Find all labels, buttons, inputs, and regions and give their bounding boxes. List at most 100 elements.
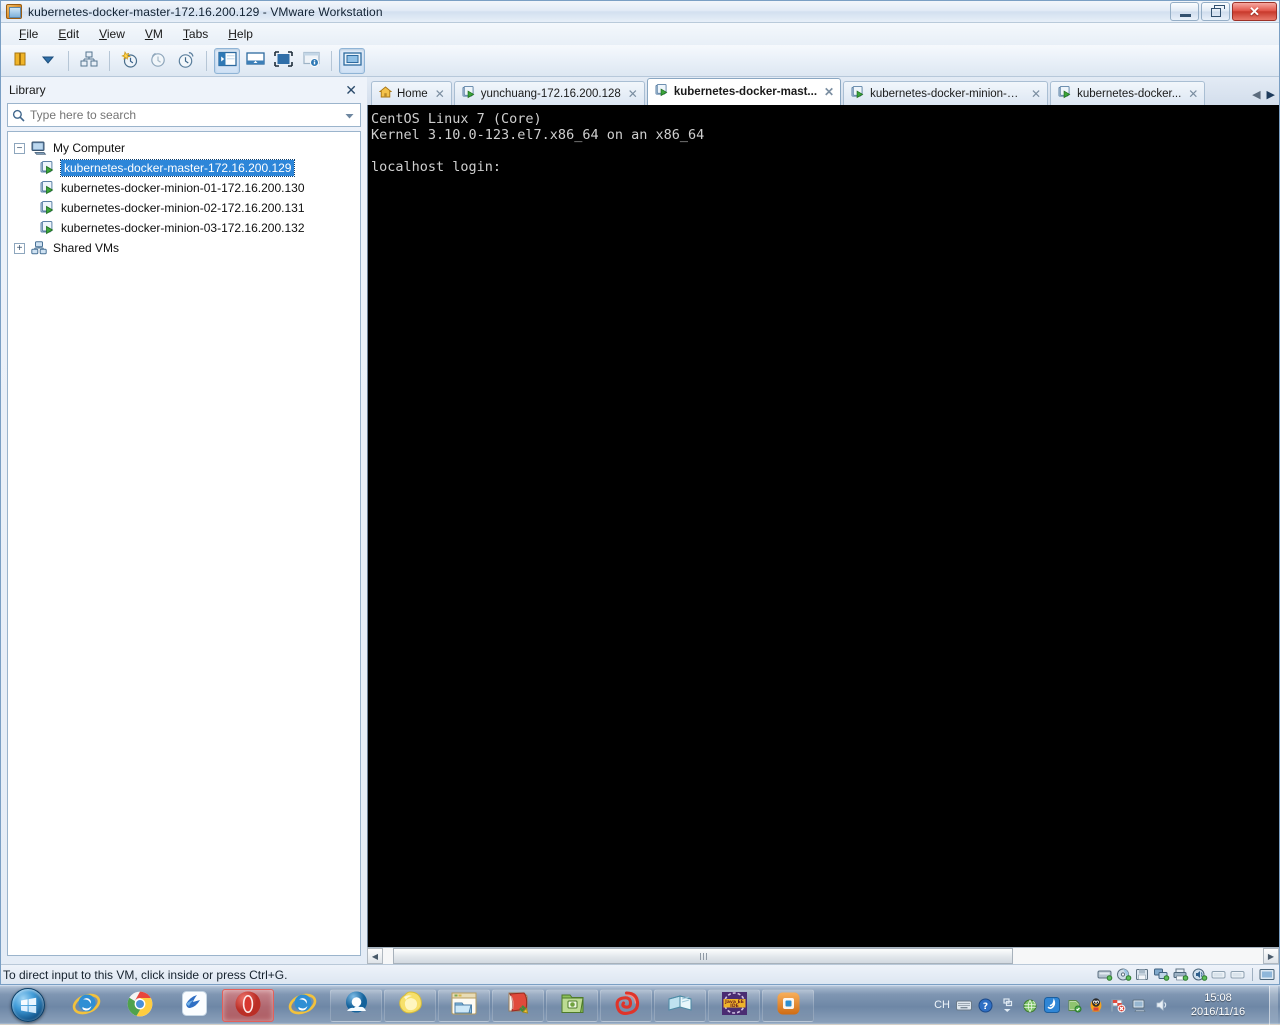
tab-minion-02-label: kubernetes-docker... — [1077, 87, 1182, 100]
menu-help[interactable]: Help — [218, 23, 263, 45]
scroll-right-button[interactable]: ▶ — [1263, 948, 1279, 964]
keyboard-icon[interactable] — [955, 998, 972, 1013]
library-panel: Library ✕ − — [1, 77, 367, 964]
chrome-icon — [126, 990, 154, 1021]
suspend-button[interactable] — [7, 48, 33, 74]
menu-view[interactable]: View — [89, 23, 135, 45]
tab-yunchuang[interactable]: yunchuang-172.16.200.128 ✕ — [453, 81, 645, 105]
tab-kubernetes-docker-master[interactable]: kubernetes-docker-mast... ✕ — [646, 78, 842, 105]
expander-shared-vms[interactable]: + — [14, 242, 25, 254]
usb-device-2-icon[interactable] — [1230, 968, 1246, 982]
show-console-view-button[interactable] — [242, 48, 268, 74]
show-thumbnails-button[interactable] — [298, 48, 324, 74]
menu-edit[interactable]: Edit — [48, 23, 89, 45]
tree-node-vm-master[interactable]: kubernetes-docker-master-172.16.200.129 — [8, 158, 360, 178]
tab-kubernetes-docker-minion-02[interactable]: kubernetes-docker... ✕ — [1050, 81, 1206, 105]
library-search-box[interactable] — [7, 103, 361, 127]
vm-powered-on-icon — [40, 201, 55, 215]
network-adapter-icon[interactable] — [1154, 968, 1170, 982]
sound-card-icon[interactable] — [1192, 968, 1208, 982]
taskbar-internet-explorer[interactable] — [60, 989, 112, 1022]
taskbar-green-folder-app[interactable] — [546, 988, 598, 1022]
revert-snapshot-button[interactable] — [145, 48, 171, 74]
start-button[interactable] — [2, 987, 54, 1024]
tab-close-icon[interactable]: ✕ — [824, 85, 834, 99]
tab-close-icon[interactable]: ✕ — [1031, 87, 1041, 101]
tab-minion-01-label: kubernetes-docker-minion-01-... — [870, 87, 1025, 100]
tree-node-vm-minion-01[interactable]: kubernetes-docker-minion-01-172.16.200.1… — [8, 178, 360, 198]
scrollbar-track[interactable] — [383, 948, 1263, 964]
tab-kubernetes-docker-minion-01[interactable]: kubernetes-docker-minion-01-... ✕ — [843, 81, 1049, 105]
taskbar-cloud-app[interactable] — [330, 988, 382, 1022]
taskbar-vmware-workstation[interactable] — [762, 988, 814, 1022]
cd-dvd-icon[interactable] — [1116, 968, 1132, 982]
green-shield-icon[interactable] — [1065, 998, 1082, 1013]
close-button[interactable]: ✕ — [1232, 2, 1277, 21]
enter-fullscreen-button[interactable] — [270, 48, 296, 74]
taskbar-yellow-app[interactable] — [384, 988, 436, 1022]
tab-close-icon[interactable]: ✕ — [628, 87, 638, 101]
snapshot-manager-button[interactable] — [173, 48, 199, 74]
tab-scroll-left-icon[interactable]: ◀ — [1252, 88, 1260, 101]
toolbar-separator-3 — [206, 50, 207, 71]
menu-file-rest: ile — [26, 27, 39, 41]
vm-console[interactable]: CentOS Linux 7 (Core) Kernel 3.10.0-123.… — [367, 105, 1279, 947]
search-input[interactable] — [30, 108, 337, 122]
globe-icon[interactable] — [1021, 998, 1038, 1013]
taskbar-red-spiral-app[interactable] — [600, 988, 652, 1022]
volume-icon[interactable] — [1153, 998, 1170, 1013]
network-icon[interactable] — [1131, 998, 1148, 1013]
taskbar-internet-explorer-2[interactable] — [276, 989, 328, 1022]
qq-penguin-icon[interactable] — [1087, 998, 1104, 1013]
search-dropdown-icon[interactable] — [342, 108, 356, 122]
unity-mode-button[interactable] — [339, 47, 365, 74]
expander-my-computer[interactable]: − — [14, 142, 25, 154]
floppy-icon[interactable] — [1135, 968, 1151, 982]
scroll-left-button[interactable]: ◀ — [367, 948, 383, 964]
taskbar-opera-browser[interactable] — [222, 988, 274, 1022]
clock-date: 2016/11/16 — [1190, 1006, 1246, 1018]
restore-button[interactable] — [1201, 2, 1230, 21]
tree-node-vm-minion-02[interactable]: kubernetes-docker-minion-02-172.16.200.1… — [8, 198, 360, 218]
take-snapshot-button[interactable] — [117, 48, 143, 74]
ime-language-indicator[interactable]: CH — [934, 999, 950, 1011]
tab-close-icon[interactable]: ✕ — [435, 87, 445, 101]
fullscreen-icon — [273, 51, 293, 70]
menu-file[interactable]: File — [9, 23, 48, 45]
show-library-button[interactable] — [214, 47, 240, 74]
taskbar-file-explorer[interactable] — [438, 988, 490, 1022]
taskbar-google-chrome[interactable] — [114, 989, 166, 1022]
tab-home[interactable]: Home ✕ — [371, 81, 452, 105]
vm-powered-on-icon — [40, 161, 55, 175]
manage-snapshots-button[interactable] — [76, 48, 102, 74]
taskbar-notepad-plus[interactable] — [492, 988, 544, 1022]
taskbar-foxmail[interactable] — [168, 989, 220, 1022]
library-close-icon[interactable]: ✕ — [343, 83, 359, 97]
tab-close-icon[interactable]: ✕ — [1188, 87, 1198, 101]
menu-vm[interactable]: VM — [135, 23, 173, 45]
tree-node-shared-vms[interactable]: + Shared VMs — [8, 238, 360, 258]
scrollbar-thumb[interactable] — [393, 948, 1013, 964]
help-question-icon[interactable]: ? — [977, 998, 994, 1013]
taskbar-eclipse-java-ee-ide[interactable]: Java EE IDE — [708, 988, 760, 1022]
yellow-blob-icon — [397, 990, 424, 1020]
usb-device-1-icon[interactable] — [1211, 968, 1227, 982]
sogou-input-icon[interactable] — [1043, 997, 1060, 1013]
flag-action-center-icon[interactable] — [1109, 998, 1126, 1013]
show-desktop-button[interactable] — [1269, 985, 1278, 1025]
display-icon[interactable] — [1259, 968, 1275, 982]
taskbar-clock[interactable]: 15:08 2016/11/16 — [1175, 991, 1261, 1019]
tree-node-my-computer[interactable]: − My Computer — [8, 138, 360, 158]
console-horizontal-scrollbar[interactable]: ◀ ▶ — [367, 947, 1279, 964]
vm-library-tree[interactable]: − My Computer kubernetes-docker-master-1… — [7, 131, 361, 956]
minimize-button[interactable] — [1170, 2, 1199, 21]
usb-printer-icon[interactable] — [1173, 968, 1189, 982]
tab-scroll-right-icon[interactable]: ▶ — [1267, 88, 1275, 101]
show-hidden-icons-icon[interactable] — [999, 997, 1016, 1013]
tree-node-vm-minion-03[interactable]: kubernetes-docker-minion-03-172.16.200.1… — [8, 218, 360, 238]
taskbar-book-app[interactable] — [654, 988, 706, 1022]
menu-tabs[interactable]: Tabs — [173, 23, 218, 45]
power-dropdown-button[interactable] — [35, 48, 61, 74]
hard-disk-icon[interactable] — [1097, 968, 1113, 982]
tab-home-label: Home — [397, 87, 428, 100]
